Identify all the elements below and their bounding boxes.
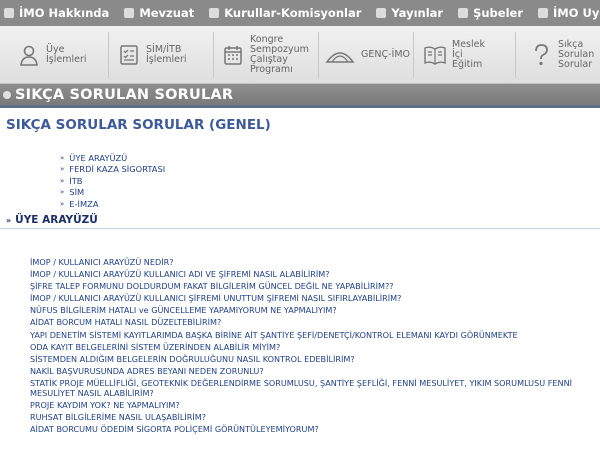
arrow-right-icon: » (60, 153, 65, 162)
arrow-right-icon: » (60, 176, 65, 185)
toolbar-divider (318, 32, 319, 78)
nav-label: İMO Uygulama B (553, 6, 600, 20)
category-link-sim[interactable]: » SİM (60, 187, 165, 199)
checklist-icon (118, 43, 140, 67)
category-label: İTB (69, 175, 83, 186)
arrow-right-icon: » (6, 215, 12, 225)
category-label: FERDİ KAZA SİGORTASI (69, 164, 166, 175)
question-list: İMOP / KULLANICI ARAYÜZÜ NEDİR? İMOP / K… (30, 257, 600, 435)
question-link[interactable]: SİSTEMDEN ALDIĞIM BELGELERİN DOĞRULUĞUNU… (30, 354, 600, 364)
toolbar-item-genc-imo[interactable]: GENÇ-İMO (325, 26, 411, 83)
nav-item-imo-uygulama[interactable]: İMO Uygulama B (538, 6, 600, 20)
category-link-ferdi-kaza[interactable]: » FERDİ KAZA SİGORTASI (60, 164, 165, 176)
bullet-square-icon (458, 8, 469, 18)
toolbar-item-sim-itb[interactable]: SİM/İTB İşlemleri (118, 26, 187, 83)
category-link-itb[interactable]: » İTB (60, 175, 165, 187)
toolbar-item-meslek-ici-egitim[interactable]: Meslek İçi Eğitim (424, 26, 485, 83)
toolbar-label: Üye İşlemleri (46, 44, 87, 65)
nav-label: Şubeler (473, 6, 523, 20)
toolbar-label: GENÇ-İMO (361, 49, 411, 60)
toolbar-divider (213, 32, 214, 78)
bullet-square-icon (376, 8, 387, 18)
calendar-icon (222, 43, 244, 67)
category-list: » ÜYE ARAYÜZÜ » FERDİ KAZA SİGORTASI » İ… (60, 152, 165, 210)
top-navigation: İMO Hakkında Mevzuat Kurullar-Komisyonla… (0, 0, 600, 26)
nav-label: Kurullar-Komisyonlar (224, 6, 362, 20)
section-title: ÜYE ARAYÜZÜ (15, 214, 98, 226)
toolbar-label: Sıkça Sorulan Sorular (558, 39, 595, 70)
toolbar-label: SİM/İTB İşlemleri (146, 44, 187, 65)
question-link[interactable]: NAKİL BAŞVURUSUNDA ADRES BEYANI NEDEN ZO… (30, 366, 600, 376)
question-link[interactable]: İMOP / KULLANICI ARAYÜZÜ KULLANICI ŞİFRE… (30, 293, 600, 303)
toolbar-divider (108, 32, 109, 78)
nav-item-mevzuat[interactable]: Mevzuat (124, 6, 194, 20)
question-link[interactable]: İMOP / KULLANICI ARAYÜZÜ KULLANICI ADI V… (30, 269, 600, 279)
book-icon (424, 43, 446, 67)
section-heading: » ÜYE ARAYÜZÜ (6, 214, 98, 226)
toolbar-item-uye-islemleri[interactable]: Üye İşlemleri (18, 26, 87, 83)
nav-item-subeler[interactable]: Şubeler (458, 6, 523, 20)
bullet-square-icon (124, 8, 135, 18)
question-link[interactable]: ŞİFRE TALEP FORMUNU DOLDURDUM FAKAT BİLG… (30, 281, 600, 291)
category-link-uye-arayuzu[interactable]: » ÜYE ARAYÜZÜ (60, 152, 165, 164)
page-title-bar: SIKÇA SORULAN SORULAR (0, 84, 600, 108)
nav-label: İMO Hakkında (19, 6, 110, 20)
bullet-square-icon (538, 8, 548, 18)
question-icon (530, 43, 552, 67)
question-link[interactable]: YAPI DENETİM SİSTEMİ KAYITLARIMDA BAŞKA … (30, 330, 600, 340)
nav-item-kurullar[interactable]: Kurullar-Komisyonlar (209, 6, 361, 20)
bullet-square-icon (4, 8, 14, 18)
section-divider (0, 228, 600, 229)
icon-toolbar: Üye İşlemleri SİM/İTB İşlemleri Kongre S… (0, 26, 600, 84)
toolbar-item-kongre[interactable]: Kongre Sempozyum Çalıştay Programı (222, 26, 309, 83)
nav-label: Yayınlar (391, 6, 444, 20)
toolbar-divider (515, 32, 516, 78)
bullet-square-icon (209, 8, 220, 18)
category-label: SİM (69, 187, 85, 198)
dome-icon (325, 43, 355, 67)
category-label: E-İMZA (69, 198, 99, 209)
page-subtitle: SIKÇA SORULAR SORULAR (GENEL) (6, 117, 271, 133)
toolbar-item-sss[interactable]: Sıkça Sorulan Sorular (530, 26, 595, 83)
question-link[interactable]: AİDAT BORCUMU ÖDEDİM SİGORTA POLİÇEMİ GÖ… (30, 424, 600, 434)
arrow-right-icon: » (60, 199, 65, 208)
question-link[interactable]: RUHSAT BİLGİLERİME NASIL ULAŞABİLİRİM? (30, 412, 600, 422)
nav-item-yayinlar[interactable]: Yayınlar (376, 6, 443, 20)
user-icon (18, 43, 40, 67)
nav-label: Mevzuat (139, 6, 195, 20)
toolbar-label: Meslek İçi Eğitim (452, 39, 485, 70)
arrow-right-icon: » (60, 165, 65, 174)
page-title: SIKÇA SORULAN SORULAR (15, 86, 234, 103)
question-link[interactable]: İMOP / KULLANICI ARAYÜZÜ NEDİR? (30, 257, 600, 267)
toolbar-divider (413, 32, 414, 78)
category-label: ÜYE ARAYÜZÜ (69, 152, 128, 163)
nav-item-imo-hakkinda[interactable]: İMO Hakkında (4, 6, 109, 20)
question-link[interactable]: PROJE KAYDIM YOK? NE YAPMALIYIM? (30, 400, 600, 410)
toolbar-label: Kongre Sempozyum Çalıştay Programı (250, 34, 309, 75)
question-link[interactable]: STATİK PROJE MÜELLİFLİĞİ, GEOTEKNİK DEĞE… (30, 378, 600, 398)
question-link[interactable]: AİDAT BORCUM HATALI NASIL DÜZELTEBİLİRİM… (30, 317, 600, 327)
question-link[interactable]: NÜFUS BİLGİLERİM HATALI ve GÜNCELLEME YA… (30, 305, 600, 315)
arrow-right-icon: » (60, 188, 65, 197)
category-link-e-imza[interactable]: » E-İMZA (60, 198, 165, 210)
question-link[interactable]: ODA KAYIT BELGELERİNİ SİSTEM ÜZERİNDEN A… (30, 342, 600, 352)
bullet-circle-icon (3, 90, 11, 99)
